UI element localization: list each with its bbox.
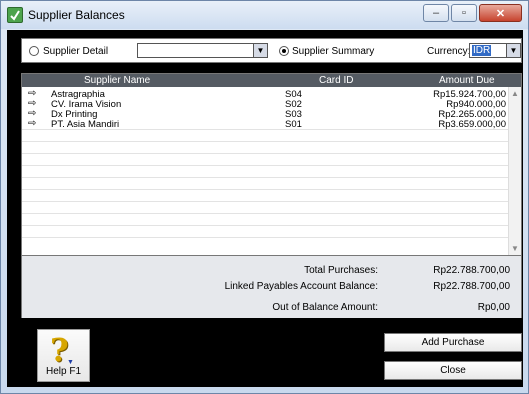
row-divider <box>22 225 508 226</box>
close-button[interactable]: Close <box>384 361 522 380</box>
maximize-icon: ▫ <box>462 7 466 19</box>
add-purchase-label: Add Purchase <box>421 337 485 348</box>
table-row[interactable]: ⇨ Dx Printing S03 Rp2.265.000,00 <box>22 108 508 120</box>
out-of-balance-value: Rp0,00 <box>477 302 510 313</box>
supplier-select[interactable]: ▼ <box>137 43 268 58</box>
close-button-label: Close <box>440 365 466 376</box>
row-divider <box>22 165 508 166</box>
add-purchase-button[interactable]: Add Purchase <box>384 333 522 352</box>
scroll-up-icon[interactable]: ▲ <box>511 89 519 98</box>
currency-select[interactable]: IDR ▼ <box>469 43 521 58</box>
supplier-summary-label: Supplier Summary <box>292 46 375 57</box>
row-arrow-icon[interactable]: ⇨ <box>28 118 36 129</box>
column-header-supplier-name[interactable]: Supplier Name <box>84 75 150 86</box>
totals-panel: Total Purchases: Rp22.788.700,00 Linked … <box>21 256 522 318</box>
row-divider <box>22 177 508 178</box>
table-row[interactable]: ⇨ PT. Asia Mandiri S01 Rp3.659.000,00 <box>22 118 508 130</box>
column-header-amount-due[interactable]: Amount Due <box>439 75 495 86</box>
supplier-balances-window: Supplier Balances – ▫ ✕ Supplier Detail … <box>0 0 529 394</box>
vertical-scrollbar[interactable]: ▲ ▼ <box>508 87 521 255</box>
row-divider <box>22 213 508 214</box>
window-controls: – ▫ ✕ <box>421 4 522 24</box>
row-divider <box>22 129 508 130</box>
help-button-label: Help F1 <box>45 366 81 377</box>
row-divider <box>22 153 508 154</box>
total-purchases-label: Total Purchases: <box>304 265 378 276</box>
row-divider <box>22 237 508 238</box>
help-icon: ? <box>50 331 69 369</box>
total-purchases-value: Rp22.788.700,00 <box>433 265 510 276</box>
scroll-down-icon[interactable]: ▼ <box>511 244 519 253</box>
currency-select-value: IDR <box>472 45 492 56</box>
supplier-detail-radio[interactable] <box>29 46 39 56</box>
row-divider <box>22 141 508 142</box>
window-title: Supplier Balances <box>28 8 125 22</box>
supplier-detail-label: Supplier Detail <box>43 46 109 57</box>
app-icon <box>7 7 23 23</box>
chevron-down-icon[interactable]: ▼ <box>506 44 520 57</box>
linked-payables-value: Rp22.788.700,00 <box>433 281 510 292</box>
help-button[interactable]: ? ▼ Help F1 <box>37 329 90 382</box>
title-bar[interactable]: Supplier Balances – ▫ ✕ <box>1 1 528 29</box>
minimize-icon: – <box>432 7 440 19</box>
close-window-button[interactable]: ✕ <box>479 4 522 22</box>
table-row[interactable]: ⇨ CV. Irama Vision S02 Rp940.000,00 <box>22 98 508 110</box>
currency-label: Currency: <box>427 46 471 57</box>
linked-payables-label: Linked Payables Account Balance: <box>224 281 378 292</box>
row-divider <box>22 189 508 190</box>
supplier-summary-radio[interactable] <box>279 46 289 56</box>
supplier-balances-table: Supplier Name Card ID Amount Due ⇨ Astra… <box>21 73 522 256</box>
out-of-balance-label: Out of Balance Amount: <box>272 302 378 313</box>
close-icon: ✕ <box>495 8 506 20</box>
report-options-bar: Supplier Detail ▼ Supplier Summary Curre… <box>21 38 522 63</box>
table-header: Supplier Name Card ID Amount Due <box>22 74 521 87</box>
maximize-button[interactable]: ▫ <box>451 4 477 22</box>
dropdown-arrow-icon: ▼ <box>67 359 74 366</box>
row-divider <box>22 201 508 202</box>
chevron-down-icon[interactable]: ▼ <box>253 44 267 57</box>
minimize-button[interactable]: – <box>423 4 449 22</box>
table-row[interactable]: ⇨ Astragraphia S04 Rp15.924.700,00 <box>22 88 508 100</box>
column-header-card-id[interactable]: Card ID <box>319 75 353 86</box>
